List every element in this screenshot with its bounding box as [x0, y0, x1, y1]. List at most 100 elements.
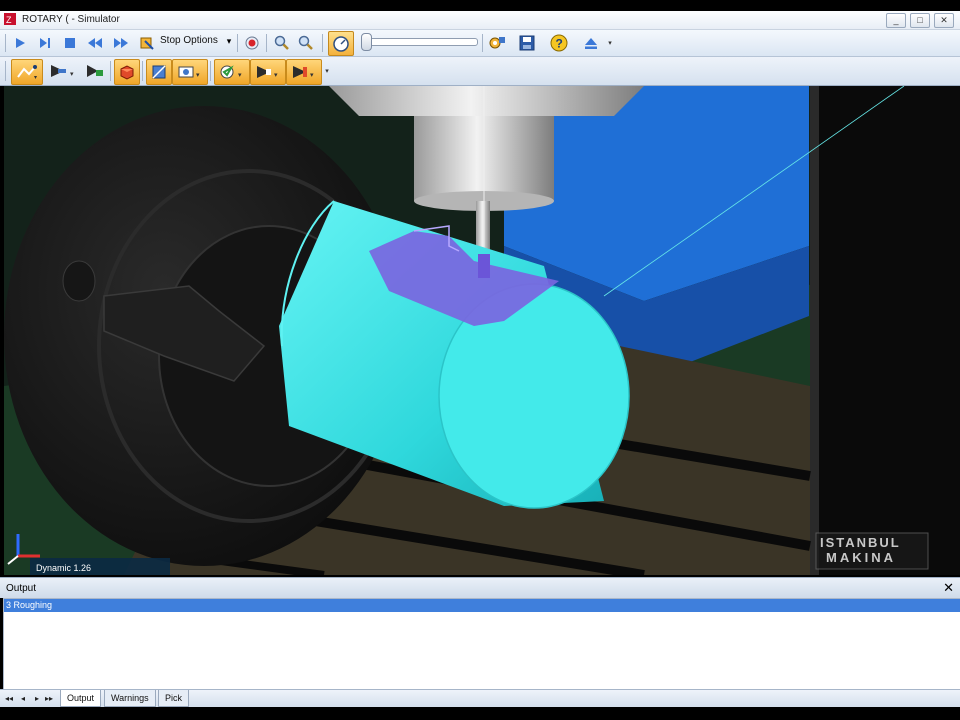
record-icon: [245, 36, 259, 50]
spindle-head: [329, 86, 644, 116]
zoom-out-button[interactable]: [296, 33, 316, 53]
machine-scene: [4, 86, 960, 575]
machine-icon: ▾: [178, 66, 200, 79]
eject-icon: [585, 38, 597, 49]
cutter-button[interactable]: ▾: [286, 59, 322, 85]
tool-axis-button[interactable]: [82, 59, 108, 83]
speed-gauge-icon: [333, 35, 349, 52]
simulation-viewport[interactable]: [4, 86, 960, 575]
output-panel-title: Output: [6, 583, 37, 594]
cut-color-icon: [152, 65, 166, 79]
watermark-line2: MAKINA: [826, 550, 896, 565]
tool-arrow-icon: ▾: [51, 65, 74, 78]
window-title: ROTARY ( - Simulator: [22, 14, 120, 25]
toolbar-separator: [322, 34, 323, 52]
eject-button[interactable]: [580, 32, 602, 54]
tool-axis-icon: [87, 65, 103, 77]
close-window-button[interactable]: ✕: [934, 13, 954, 28]
save-icon: [519, 35, 535, 51]
tool-tip: [478, 254, 490, 278]
stock-button[interactable]: [114, 59, 140, 85]
svg-text:▾: ▾: [238, 72, 242, 79]
svg-text:?: ?: [556, 37, 563, 51]
toolpath-icon: ▾: [17, 65, 37, 81]
zoom-in-icon: [274, 35, 289, 50]
toolpath-button[interactable]: ▾: [11, 59, 43, 85]
tool-arrow-button[interactable]: ▾: [46, 59, 80, 83]
pan-button[interactable]: [138, 33, 156, 53]
viewport-status: Dynamic 1.26: [36, 563, 92, 573]
play-button[interactable]: [11, 33, 29, 53]
close-icon[interactable]: ✕: [943, 580, 954, 596]
rewind-icon: [88, 38, 102, 48]
pan-icon: [140, 37, 154, 50]
fast-forward-button[interactable]: [112, 33, 130, 53]
svg-text:▾: ▾: [274, 72, 278, 79]
zoom-in-button[interactable]: [272, 33, 292, 53]
chuck-bolt: [62, 260, 96, 302]
logo-icon: Z: [4, 13, 16, 25]
toolbar-grip: [5, 34, 6, 52]
stop-options-label[interactable]: Stop Options: [160, 35, 218, 46]
fixture-icon: ▾: [257, 66, 278, 79]
fixture-button[interactable]: ▾: [250, 59, 286, 85]
help-button[interactable]: ?: [548, 32, 570, 54]
machine-column: [810, 86, 960, 575]
step-button[interactable]: [36, 33, 54, 53]
speed-button[interactable]: [328, 31, 354, 56]
machine-button[interactable]: ▾: [172, 59, 208, 85]
zoom-out-icon: [298, 35, 313, 50]
speed-slider-track[interactable]: [362, 38, 478, 46]
record-button[interactable]: [242, 33, 262, 53]
toolbar-separator: [110, 61, 111, 81]
watermark-line1: ISTANBUL: [820, 535, 901, 550]
step-icon: [40, 38, 50, 48]
settings-icon: [489, 37, 505, 49]
stock-icon: [120, 65, 134, 80]
verify-icon: ▾: [220, 65, 242, 79]
toolbar-separator: [266, 34, 267, 52]
tab-output[interactable]: Output: [60, 690, 102, 707]
speed-slider[interactable]: [361, 33, 372, 51]
output-list[interactable]: 3 Roughing: [3, 598, 960, 690]
previous-tab-button[interactable]: ◂: [18, 694, 28, 704]
help-icon: ?: [550, 34, 568, 52]
toolbar-overflow[interactable]: ▾: [606, 33, 614, 53]
toolbar-overflow[interactable]: ▾: [323, 61, 331, 81]
toolbar-grip: [5, 61, 6, 81]
maximize-button[interactable]: □: [910, 13, 930, 28]
save-button[interactable]: [516, 32, 538, 54]
cutter-icon: ▾: [293, 66, 314, 79]
panel-tab-bar: ◂◂ ◂ ▸ ▸▸ Output Warnings Pick: [0, 689, 960, 708]
toolbar-separator: [482, 34, 483, 52]
tab-pick[interactable]: Pick: [158, 690, 190, 707]
fast-forward-icon: [114, 38, 128, 48]
play-icon: [16, 38, 25, 48]
last-tab-button[interactable]: ▸▸: [44, 694, 54, 704]
window-controls: _ □ ✕: [886, 13, 954, 28]
stop-button[interactable]: [61, 33, 79, 53]
list-item[interactable]: 3 Roughing: [4, 599, 960, 612]
toolbar-separator: [210, 61, 211, 81]
minimize-button[interactable]: _: [886, 13, 906, 28]
toolbar-separator: [237, 34, 238, 52]
stop-options-dropdown[interactable]: ▾: [224, 35, 234, 47]
first-tab-button[interactable]: ◂◂: [4, 694, 14, 704]
stop-icon: [65, 38, 75, 48]
screen-top-border: [0, 0, 960, 11]
settings-button[interactable]: [486, 32, 508, 54]
tab-warnings[interactable]: Warnings: [104, 690, 156, 707]
svg-text:▾: ▾: [70, 71, 74, 78]
next-tab-button[interactable]: ▸: [32, 694, 42, 704]
cut-color-button[interactable]: [146, 59, 172, 85]
column-edge: [810, 86, 819, 575]
svg-text:Z: Z: [6, 15, 12, 25]
verify-button[interactable]: ▾: [214, 59, 250, 85]
output-panel-header: Output ✕: [0, 577, 960, 598]
rewind-button[interactable]: [86, 33, 104, 53]
title-bar: Z ROTARY ( - Simulator _ □ ✕: [0, 11, 960, 30]
toolbar-separator: [142, 61, 143, 81]
screen-bottom-border: [0, 707, 960, 720]
svg-text:▾: ▾: [310, 72, 314, 79]
svg-text:▾: ▾: [34, 75, 37, 81]
